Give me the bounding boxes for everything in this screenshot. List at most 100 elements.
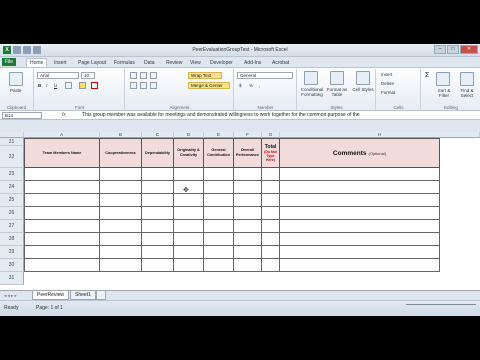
tab-file[interactable]: File bbox=[2, 58, 17, 66]
table-cell[interactable] bbox=[100, 181, 142, 194]
table-cell[interactable] bbox=[100, 259, 142, 272]
tab-acrobat[interactable]: Acrobat bbox=[272, 59, 289, 67]
table-cell[interactable] bbox=[174, 194, 204, 207]
italic-button[interactable]: I bbox=[46, 83, 47, 88]
align-bottom-icon[interactable] bbox=[150, 72, 157, 79]
table-cell[interactable] bbox=[100, 194, 142, 207]
wrap-text-button[interactable]: Wrap Text bbox=[188, 72, 222, 79]
table-cell[interactable] bbox=[280, 194, 440, 207]
percent-button[interactable]: % bbox=[249, 83, 253, 88]
currency-button[interactable]: $ bbox=[239, 83, 242, 88]
table-cell[interactable] bbox=[280, 168, 440, 181]
table-cell[interactable] bbox=[280, 181, 440, 194]
find-select-icon[interactable] bbox=[460, 72, 474, 86]
table-cell[interactable] bbox=[280, 259, 440, 272]
row-header[interactable]: 28 bbox=[0, 233, 24, 246]
table-cell[interactable] bbox=[234, 233, 262, 246]
tab-add-ins[interactable]: Add-Ins bbox=[244, 59, 261, 67]
font-size-dropdown[interactable]: 10 bbox=[81, 72, 95, 79]
row-header[interactable]: 26 bbox=[0, 207, 24, 220]
table-cell[interactable] bbox=[142, 246, 174, 259]
table-cell[interactable] bbox=[24, 168, 100, 181]
table-cell[interactable] bbox=[174, 233, 204, 246]
minimize-button[interactable]: – bbox=[434, 45, 446, 54]
table-cell[interactable] bbox=[234, 168, 262, 181]
table-cell[interactable] bbox=[262, 194, 280, 207]
row-header[interactable]: 31 bbox=[0, 272, 24, 285]
table-cell[interactable] bbox=[24, 181, 100, 194]
tab-view[interactable]: View bbox=[190, 59, 201, 67]
align-top-icon[interactable] bbox=[130, 72, 137, 79]
number-format-dropdown[interactable]: General bbox=[237, 72, 293, 79]
table-cell[interactable] bbox=[262, 246, 280, 259]
new-sheet-icon[interactable] bbox=[96, 291, 106, 300]
table-cell[interactable] bbox=[100, 233, 142, 246]
table-cell[interactable] bbox=[142, 181, 174, 194]
header-comments[interactable]: Comments (Optional) bbox=[280, 138, 440, 168]
fill-color-icon[interactable] bbox=[79, 82, 86, 89]
table-cell[interactable] bbox=[234, 207, 262, 220]
table-cell[interactable] bbox=[204, 246, 234, 259]
row-header[interactable]: 23 bbox=[0, 168, 24, 181]
tab-insert[interactable]: Insert bbox=[54, 59, 67, 67]
borders-icon[interactable] bbox=[65, 82, 72, 89]
row-header[interactable]: 21 bbox=[0, 138, 24, 146]
row-header[interactable]: 24 bbox=[0, 181, 24, 194]
table-cell[interactable] bbox=[100, 207, 142, 220]
close-button[interactable]: ✕ bbox=[460, 45, 478, 54]
row-header[interactable]: 22 bbox=[0, 146, 24, 168]
table-cell[interactable] bbox=[24, 246, 100, 259]
align-center-icon[interactable] bbox=[140, 82, 147, 89]
table-cell[interactable] bbox=[234, 246, 262, 259]
table-cell[interactable] bbox=[262, 220, 280, 233]
cell-styles-icon[interactable] bbox=[356, 71, 370, 85]
header-total[interactable]: Total (Do Not Type Here) bbox=[262, 138, 280, 168]
tab-home[interactable]: Home bbox=[26, 58, 48, 67]
table-cell[interactable] bbox=[142, 168, 174, 181]
formula-input[interactable]: This group member was available for meet… bbox=[82, 112, 478, 118]
header-cooperativeness[interactable]: Cooperativeness bbox=[100, 138, 142, 168]
align-middle-icon[interactable] bbox=[140, 72, 147, 79]
table-cell[interactable] bbox=[24, 194, 100, 207]
table-cell[interactable] bbox=[204, 259, 234, 272]
tab-page-layout[interactable]: Page Layout bbox=[78, 59, 106, 67]
table-cell[interactable] bbox=[24, 233, 100, 246]
table-cell[interactable] bbox=[24, 207, 100, 220]
table-cell[interactable] bbox=[234, 220, 262, 233]
paste-label[interactable]: Paste bbox=[10, 88, 22, 93]
row-header[interactable]: 27 bbox=[0, 220, 24, 233]
sheet-nav-icon[interactable]: ◂ ◂ ▸ ▸ bbox=[4, 293, 17, 299]
table-cell[interactable] bbox=[262, 168, 280, 181]
conditional-formatting-button[interactable]: Conditional Formatting bbox=[299, 87, 325, 97]
table-cell[interactable] bbox=[204, 194, 234, 207]
maximize-button[interactable]: □ bbox=[447, 45, 459, 54]
table-cell[interactable] bbox=[262, 259, 280, 272]
sort-filter-button[interactable]: Sort & Filter bbox=[434, 88, 454, 98]
tab-developer[interactable]: Developer bbox=[210, 59, 233, 67]
table-cell[interactable] bbox=[174, 181, 204, 194]
sheet-tab-sheet1[interactable]: Sheet1 bbox=[70, 291, 96, 300]
table-cell[interactable] bbox=[234, 194, 262, 207]
worksheet-grid[interactable]: A B C D E F G H 21 22 23 24 25 26 27 28 … bbox=[0, 132, 480, 290]
delete-cells-button[interactable]: Delete bbox=[381, 81, 394, 86]
table-cell[interactable] bbox=[100, 246, 142, 259]
table-cell[interactable] bbox=[174, 246, 204, 259]
align-left-icon[interactable] bbox=[130, 82, 137, 89]
tab-formulas[interactable]: Formulas bbox=[114, 59, 135, 67]
insert-cells-button[interactable]: Insert bbox=[381, 72, 392, 77]
table-cell[interactable] bbox=[234, 259, 262, 272]
table-cell[interactable] bbox=[142, 220, 174, 233]
header-overall-performance[interactable]: Overall Performance bbox=[234, 138, 262, 168]
zoom-slider[interactable] bbox=[406, 304, 476, 310]
sheet-tab-peerreview[interactable]: PeerReview bbox=[32, 291, 69, 300]
table-cell[interactable] bbox=[262, 233, 280, 246]
header-general-contribution[interactable]: General Contribution bbox=[204, 138, 234, 168]
row-header[interactable]: 30 bbox=[0, 259, 24, 272]
tab-data[interactable]: Data bbox=[144, 59, 155, 67]
find-select-button[interactable]: Find & Select bbox=[456, 88, 478, 98]
table-cell[interactable] bbox=[142, 233, 174, 246]
table-cell[interactable] bbox=[204, 233, 234, 246]
header-originality[interactable]: Originality & Creativity bbox=[174, 138, 204, 168]
row-header[interactable]: 25 bbox=[0, 194, 24, 207]
table-cell[interactable] bbox=[262, 181, 280, 194]
